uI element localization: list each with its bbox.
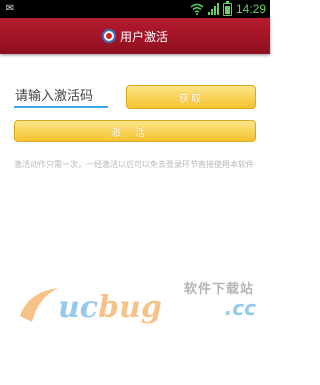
watermark-logo-suffix: .cc [224, 296, 256, 320]
activation-code-input[interactable] [14, 86, 108, 108]
app-logo-icon [101, 29, 116, 43]
status-bar: ✉ 14:29 [0, 0, 270, 18]
swoosh-icon [20, 288, 58, 322]
watermark: 软件下载站 ucbug .cc [18, 282, 262, 330]
signal-icon [207, 3, 219, 15]
watermark-logo-main: uc [58, 290, 99, 325]
status-icons: 14:29 [190, 0, 266, 18]
wifi-icon [190, 3, 204, 15]
page-title: 用户激活 [119, 29, 168, 44]
activation-form: 获取 激活 激活动作只需一次，一经激活以后可以免去登录环节直接使用本软件 软件下… [0, 54, 270, 385]
app-notification-icon: ✉ [5, 3, 15, 14]
title-bar: 用户激活 [0, 18, 270, 54]
get-code-button[interactable]: 获取 [126, 85, 256, 109]
battery-icon [222, 0, 232, 16]
status-time: 14:29 [235, 2, 266, 16]
watermark-logo: ucbug [58, 290, 162, 325]
activation-note: 激活动作只需一次，一经激活以后可以免去登录环节直接使用本软件 [14, 160, 254, 169]
watermark-site-name: 软件下载站 [183, 282, 254, 297]
activate-button[interactable]: 激活 [14, 120, 256, 142]
watermark-logo-accent: bug [98, 290, 162, 325]
